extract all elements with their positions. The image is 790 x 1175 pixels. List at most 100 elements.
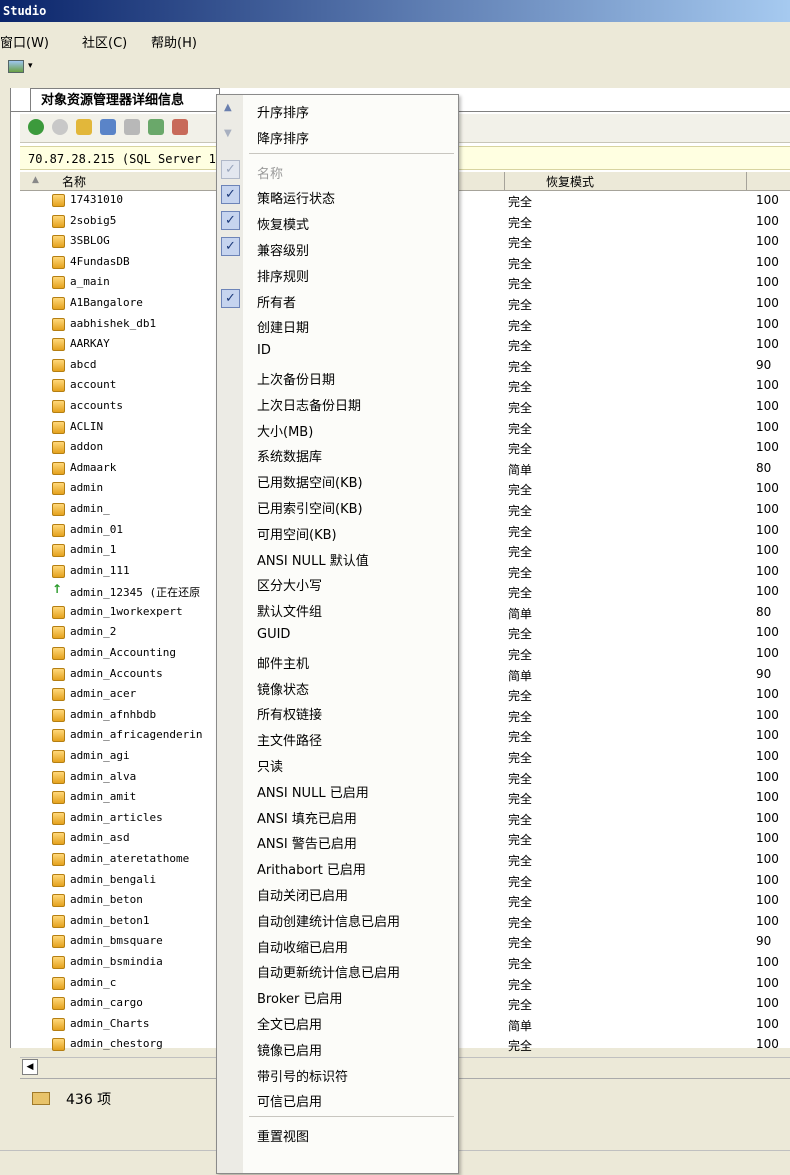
context-menu-item[interactable]: 上次日志备份日期 <box>217 390 458 415</box>
context-menu-item[interactable]: 创建日期 <box>217 312 458 337</box>
menu-help[interactable]: 帮助(H) <box>151 32 197 51</box>
column-header-name[interactable]: 名称 <box>62 173 86 190</box>
menu-window[interactable]: 窗口(W) <box>0 32 49 51</box>
menu-community[interactable]: 社区(C) <box>82 32 127 51</box>
context-menu-item[interactable]: 只读 <box>217 751 458 776</box>
context-menu-item[interactable]: ▼ 降序排序 <box>217 123 458 148</box>
context-menu-item[interactable]: 所有权链接 <box>217 699 458 724</box>
menu-item-label: 已用数据空间(KB) <box>257 476 363 492</box>
database-name: admin_c <box>70 975 117 989</box>
database-icon <box>52 1038 65 1052</box>
menu-item-label: 邮件主机 <box>257 656 310 672</box>
context-menu-item[interactable]: 自动更新统计信息已启用 <box>217 957 458 982</box>
refresh-icon[interactable] <box>148 119 164 135</box>
compatibility-level: 100 <box>756 852 779 866</box>
context-menu-item[interactable]: 自动创建统计信息已启用 <box>217 906 458 931</box>
context-menu-item[interactable]: 默认文件组 <box>217 596 458 621</box>
recovery-model: 完全 <box>508 998 533 1013</box>
menu-item-label: ANSI NULL 已启用 <box>257 785 369 801</box>
context-menu-item[interactable]: 已用数据空间(KB) <box>217 467 458 492</box>
context-menu-item[interactable]: 区分大小写 <box>217 570 458 595</box>
sort-ascending-icon: ▲ <box>224 102 232 113</box>
context-menu-item[interactable]: ✓ 所有者 <box>217 287 458 312</box>
recovery-model: 完全 <box>508 565 533 580</box>
title-bar: Studio <box>0 0 790 22</box>
recovery-model: 完全 <box>508 895 533 910</box>
recovery-model: 完全 <box>508 359 533 374</box>
database-icon <box>52 750 65 764</box>
recovery-model: 完全 <box>508 297 533 312</box>
database-icon <box>52 564 65 578</box>
menu-separator <box>249 1116 454 1118</box>
compatibility-level: 100 <box>756 996 779 1011</box>
context-menu-item[interactable]: Broker 已启用 <box>217 983 458 1008</box>
column-header-recovery[interactable]: 恢复模式 <box>546 173 594 190</box>
database-name: admin_agi <box>70 749 130 763</box>
picture-icon[interactable] <box>8 60 24 73</box>
context-menu-item[interactable]: 全文已启用 <box>217 1009 458 1034</box>
tab-object-explorer-details[interactable]: 对象资源管理器详细信息 <box>30 88 220 112</box>
scroll-left-icon[interactable]: ◀ <box>22 1059 38 1075</box>
context-menu-item[interactable]: ANSI NULL 已启用 <box>217 777 458 802</box>
context-menu-item[interactable]: ID <box>217 338 458 363</box>
recovery-model: 完全 <box>508 380 533 395</box>
database-name: admin_chestorg <box>70 1037 163 1051</box>
recovery-model: 完全 <box>508 256 533 271</box>
menu-item-label: 可用空间(KB) <box>257 527 337 543</box>
toolbar-dropdown-icon[interactable]: ▾ <box>28 61 33 71</box>
context-menu-item[interactable]: 可用空间(KB) <box>217 519 458 544</box>
menu-item-label: Broker 已启用 <box>257 992 343 1008</box>
checkmark-icon: ✓ <box>221 185 240 205</box>
database-name: admin_asd <box>70 831 130 845</box>
database-name: admin_Charts <box>70 1016 150 1030</box>
context-menu-item[interactable]: ✓ 策略运行状态 <box>217 183 458 208</box>
database-name: admin <box>70 481 104 495</box>
restore-arrow-icon: ↑ <box>52 582 63 597</box>
database-icon <box>52 955 65 969</box>
context-menu-item[interactable]: 上次备份日期 <box>217 364 458 389</box>
menu-item-label: 全文已启用 <box>257 1018 323 1033</box>
folder-up-icon[interactable] <box>76 119 92 135</box>
menu-item-label: ANSI NULL 默认值 <box>257 553 369 569</box>
menu-item-label: 镜像状态 <box>257 682 310 698</box>
context-menu-item[interactable]: 大小(MB) <box>217 416 458 441</box>
column-separator[interactable] <box>504 172 505 190</box>
database-icon <box>52 853 65 866</box>
context-menu-item[interactable]: ANSI 警告已启用 <box>217 828 458 853</box>
context-menu-item[interactable]: ✓ 恢复模式 <box>217 209 458 234</box>
context-menu-item[interactable]: 镜像状态 <box>217 674 458 699</box>
sync-icon[interactable] <box>100 119 116 135</box>
context-menu-item[interactable]: 邮件主机 <box>217 648 458 673</box>
context-menu-item[interactable]: 镜像已启用 <box>217 1035 458 1060</box>
recovery-model: 简单 <box>508 462 533 477</box>
context-menu-item[interactable]: ANSI 填充已启用 <box>217 803 458 828</box>
context-menu-item[interactable]: 可信已启用 <box>217 1086 458 1111</box>
database-name: a_main <box>70 275 110 289</box>
back-icon[interactable] <box>28 119 44 135</box>
context-menu-item[interactable]: 自动关闭已启用 <box>217 880 458 905</box>
context-menu-item[interactable]: GUID <box>217 622 458 647</box>
menu-item-label: 所有者 <box>257 295 297 311</box>
context-menu-item[interactable]: 排序规则 <box>217 261 458 286</box>
context-menu-item[interactable]: ▲ 升序排序 <box>217 97 458 122</box>
database-name: admin_beton1 <box>70 913 150 927</box>
context-menu-item[interactable]: Arithabort 已启用 <box>217 854 458 879</box>
menu-item-label: 创建日期 <box>257 321 310 337</box>
recovery-model: 完全 <box>508 956 533 971</box>
database-icon <box>52 667 65 681</box>
filter-icon[interactable] <box>124 119 140 135</box>
context-menu-item[interactable]: ✓ 兼容级别 <box>217 235 458 260</box>
recovery-model: 完全 <box>508 586 533 601</box>
column-separator[interactable] <box>746 172 747 190</box>
forward-icon[interactable] <box>52 119 68 135</box>
context-menu-item[interactable]: 重置视图 <box>217 1121 458 1146</box>
context-menu-item[interactable]: 带引号的标识符 <box>217 1061 458 1086</box>
context-menu-item[interactable]: 主文件路径 <box>217 725 458 750</box>
report-icon[interactable] <box>172 119 188 135</box>
compatibility-level: 100 <box>756 316 779 331</box>
context-menu-item[interactable]: 系统数据库 <box>217 441 458 466</box>
database-icon <box>52 626 65 640</box>
context-menu-item[interactable]: 自动收缩已启用 <box>217 932 458 957</box>
context-menu-item[interactable]: ANSI NULL 默认值 <box>217 545 458 570</box>
context-menu-item[interactable]: 已用索引空间(KB) <box>217 493 458 518</box>
